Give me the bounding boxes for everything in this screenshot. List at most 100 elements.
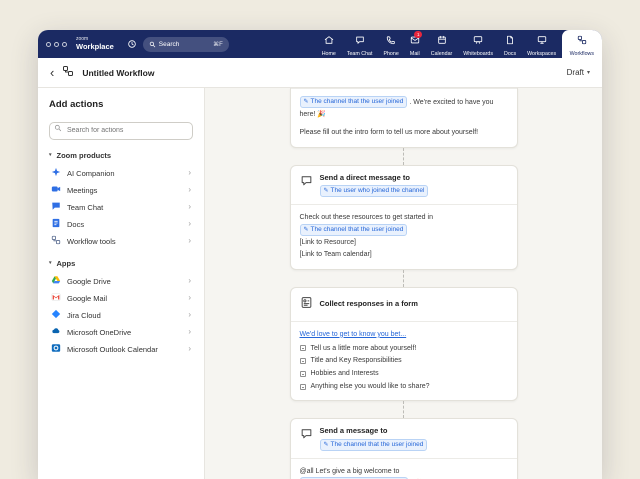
chevron-right-icon: › [188,203,191,211]
search-placeholder: Search [159,41,210,48]
meetings-icon [51,184,61,196]
pencil-icon: ✎ [324,440,329,450]
gmail-icon [51,292,61,304]
form-icon [300,296,313,314]
form-title-link[interactable]: We'd love to get to know you bet... [300,331,407,338]
chat-bubble-icon [300,427,313,445]
sidebar-heading: Add actions [49,99,193,110]
step-message-body: Check out these resources to get started… [291,204,517,268]
nav-home[interactable]: Home [316,30,341,58]
form-question-row: Tell us a little more about yourself! [300,344,508,354]
chevron-right-icon: › [188,237,191,245]
actions-search-input[interactable] [49,122,193,140]
global-search-input[interactable]: Search ⌘F [143,37,229,52]
sidebar-item-google-mail[interactable]: Google Mail › [49,290,193,307]
pencil-icon: ✎ [324,186,329,196]
step-message-body: ✎ The channel that the user joined . We'… [291,88,517,147]
sidebar-item-ai-companion[interactable]: AI Companion › [49,165,193,182]
form-question-row: Title and Key Responsibilities [300,356,508,366]
sidebar-item-meetings[interactable]: Meetings › [49,182,193,199]
sidebar-item-google-drive[interactable]: Google Drive › [49,273,193,290]
sidebar-item-microsoft-outlook-calendar[interactable]: Microsoft Outlook Calendar › [49,341,193,358]
section-zoom-products[interactable]: ▾ Zoom products [49,151,193,160]
sidebar-item-microsoft-onedrive[interactable]: Microsoft OneDrive › [49,324,193,341]
zoom-logo-text: zoom [76,37,114,43]
chevron-right-icon: › [188,220,191,228]
link-placeholder: [Link to Team calendar] [300,249,508,261]
chevron-right-icon: › [188,186,191,194]
docs-icon [51,218,61,230]
variable-chip[interactable]: ✎ The channel that the user joined [300,96,408,108]
nav-workflows[interactable]: Workflows [562,30,602,58]
step-form-body: We'd love to get to know you bet... Tell… [291,321,517,400]
nav-phone[interactable]: Phone [378,30,404,58]
sidebar-item-team-chat[interactable]: Team Chat › [49,199,193,216]
calendar-icon [437,32,447,50]
nav-docs[interactable]: Docs [499,30,522,58]
sidebar-item-docs[interactable]: Docs › [49,216,193,233]
chat-bubble-icon [300,174,313,192]
workflows-icon [577,32,587,50]
message-text: @all Let's give a big welcome to [300,468,400,475]
jira-icon [51,309,61,321]
nav-mail[interactable]: 1 Mail [404,30,425,58]
workflow-canvas: ✎ The channel that the user joined . We'… [205,88,602,479]
primary-nav: Home Team Chat Phone 1 Mail Calendar [316,30,602,58]
form-question-row: Anything else you would like to share? [300,382,508,392]
back-button[interactable]: ‹ [50,66,54,79]
workflow-step-card[interactable]: Send a message to ✎ The channel that the… [290,418,518,479]
ai-companion-icon [51,167,61,179]
nav-calendar[interactable]: Calendar [425,30,458,58]
workspaces-icon [537,32,547,50]
workflow-step-card[interactable]: ✎ The channel that the user joined . We'… [290,88,518,148]
sidebar-item-workflow-tools[interactable]: Workflow tools › [49,233,193,250]
chevron-right-icon: › [188,277,191,285]
variable-chip[interactable]: ✎ The user who joined the channel [320,185,429,197]
form-field-icon [300,384,306,390]
variable-chip[interactable]: ✎ The channel that the user joined [320,439,428,451]
chevron-right-icon: › [188,294,191,302]
phone-icon [386,32,396,50]
home-icon [324,32,334,50]
window-controls[interactable] [46,42,67,47]
form-field-icon [300,371,306,377]
actions-sidebar: Add actions ▾ Zoom products AI Companion… [38,88,205,479]
page-title: Untitled Workflow [82,68,154,78]
pencil-icon: ✎ [304,97,309,107]
step-title: Send a message to [320,426,388,436]
step-connector [403,148,404,165]
step-title: Send a direct message to [320,173,410,183]
link-placeholder: [Link to Resource] [300,237,508,249]
section-apps[interactable]: ▾ Apps [49,259,193,268]
variable-chip[interactable]: ✎ The channel that the user joined [300,224,408,236]
sidebar-item-jira-cloud[interactable]: Jira Cloud › [49,307,193,324]
window-minimize-icon[interactable] [54,42,59,47]
section-caret-icon: ▾ [49,152,52,158]
workflow-step-card[interactable]: Send a direct message to ✎ The user who … [290,165,518,270]
step-connector [403,401,404,418]
search-icon [54,124,62,132]
section-caret-icon: ▾ [49,260,52,266]
nav-workspaces[interactable]: Workspaces [522,30,562,58]
draft-status-dropdown[interactable]: Draft ▾ [567,68,590,77]
search-shortcut: ⌘F [213,41,223,48]
pencil-icon: ✎ [304,225,309,235]
top-navbar: zoom Workplace Search ⌘F Home Team Ch [38,30,602,58]
window-close-icon[interactable] [46,42,51,47]
workflow-header: ‹ Untitled Workflow Draft ▾ [38,58,602,88]
nav-whiteboards[interactable]: Whiteboards [458,30,499,58]
workflow-glyph-icon [62,64,74,82]
workplace-logo-text: Workplace [76,43,114,51]
mail-badge: 1 [414,31,422,38]
step-connector [403,270,404,287]
step-message-body: @all Let's give a big welcome to ✎ The u… [291,458,517,479]
team-chat-icon [51,201,61,213]
workflow-step-card[interactable]: Collect responses in a form We'd love to… [290,287,518,401]
search-icon [149,35,156,53]
workflow-tools-icon [51,235,61,247]
message-text: Check out these resources to get started… [300,212,508,224]
history-icon[interactable] [127,39,137,49]
google-drive-icon [51,275,61,287]
nav-team-chat[interactable]: Team Chat [341,30,378,58]
window-maximize-icon[interactable] [62,42,67,47]
